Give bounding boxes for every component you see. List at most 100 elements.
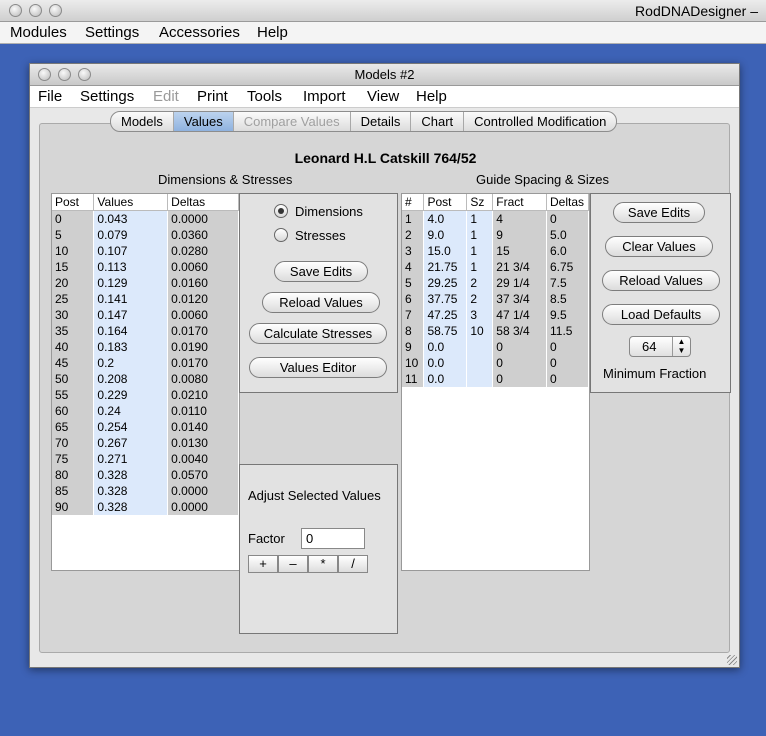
table-cell[interactable]: 80 bbox=[52, 466, 95, 483]
table-cell[interactable]: 0.0 bbox=[423, 354, 468, 371]
menu-help[interactable]: Help bbox=[257, 24, 288, 41]
table-cell[interactable]: 7 bbox=[402, 306, 425, 323]
table-row[interactable]: 55 0.229 0.0210 bbox=[52, 386, 239, 403]
table-cell[interactable]: 9.5 bbox=[546, 306, 589, 323]
table-cell[interactable]: 0.183 bbox=[93, 338, 169, 355]
table-cell[interactable]: 0.271 bbox=[93, 450, 169, 467]
table-cell[interactable]: 0.0000 bbox=[167, 498, 239, 515]
clear-values-button[interactable]: Clear Values bbox=[605, 236, 713, 257]
table-cell[interactable] bbox=[466, 354, 494, 371]
table-cell[interactable]: 0.0190 bbox=[167, 338, 239, 355]
table-cell[interactable]: 8.5 bbox=[546, 290, 589, 307]
table-cell[interactable]: 4 bbox=[492, 210, 547, 227]
table-cell[interactable]: 2 bbox=[466, 274, 494, 291]
table-cell[interactable]: 0 bbox=[546, 210, 589, 227]
table-row[interactable]: 15 0.113 0.0060 bbox=[52, 258, 239, 275]
table-cell[interactable]: 7.5 bbox=[546, 274, 589, 291]
table-cell[interactable]: 55 bbox=[52, 386, 95, 403]
divide-button[interactable]: / bbox=[338, 555, 368, 573]
save-edits-button[interactable]: Save Edits bbox=[274, 261, 368, 282]
table-row[interactable]: 45 0.2 0.0170 bbox=[52, 354, 239, 371]
table-cell[interactable]: 0 bbox=[546, 370, 589, 387]
table-cell[interactable]: 58 3/4 bbox=[492, 322, 547, 339]
table-cell[interactable]: 21.75 bbox=[423, 258, 468, 275]
menu-import[interactable]: Import bbox=[303, 88, 346, 105]
table-row[interactable]: 85 0.328 0.0000 bbox=[52, 482, 239, 499]
table-cell[interactable]: 45 bbox=[52, 354, 95, 371]
table-cell[interactable]: 5.0 bbox=[546, 226, 589, 243]
table-cell[interactable]: 3 bbox=[466, 306, 494, 323]
table-cell[interactable]: 0.0170 bbox=[167, 322, 239, 339]
table-cell[interactable]: 10 bbox=[52, 242, 95, 259]
table-cell[interactable]: 0.267 bbox=[93, 434, 169, 451]
guides-save-edits-button[interactable]: Save Edits bbox=[613, 202, 705, 223]
table-cell[interactable]: 0.229 bbox=[93, 386, 169, 403]
table-cell[interactable]: 85 bbox=[52, 482, 95, 499]
menu-file[interactable]: File bbox=[38, 88, 62, 105]
table-cell[interactable]: 15.0 bbox=[423, 242, 468, 259]
table-cell[interactable]: 40 bbox=[52, 338, 95, 355]
table-cell[interactable]: 0 bbox=[492, 354, 547, 371]
load-defaults-button[interactable]: Load Defaults bbox=[602, 304, 720, 325]
table-cell[interactable]: 11.5 bbox=[546, 322, 589, 339]
minimum-fraction-stepper[interactable]: 64 ▲ ▼ bbox=[629, 336, 691, 357]
dimensions-table[interactable]: Post Values Deltas 0 0.043 0.0000 5 0.079 0.0… bbox=[51, 193, 240, 571]
table-cell[interactable]: 0.164 bbox=[93, 322, 169, 339]
table-cell[interactable]: 0.0000 bbox=[167, 482, 239, 499]
table-cell[interactable]: 58.75 bbox=[423, 322, 468, 339]
table-cell[interactable]: 5 bbox=[402, 274, 425, 291]
values-editor-button[interactable]: Values Editor bbox=[249, 357, 387, 378]
table-row[interactable]: 5 29.25 2 29 1/4 7.5 bbox=[402, 274, 589, 291]
tab-values[interactable]: Values bbox=[173, 112, 234, 131]
tab-chart[interactable]: Chart bbox=[411, 112, 465, 131]
table-cell[interactable]: 0 bbox=[492, 338, 547, 355]
guides-table[interactable]: # Post Sz Fract Deltas 1 4.0 1 4 0 2 9.0 1 9 5.0 3… bbox=[401, 193, 590, 571]
table-cell[interactable]: 0.0080 bbox=[167, 370, 239, 387]
menu-help[interactable]: Help bbox=[416, 88, 447, 105]
table-cell[interactable]: 37.75 bbox=[423, 290, 468, 307]
multiply-button[interactable]: * bbox=[308, 555, 338, 573]
table-cell[interactable]: 15 bbox=[492, 242, 547, 259]
table-row[interactable]: 8 58.75 10 58 3/4 11.5 bbox=[402, 322, 589, 339]
table-cell[interactable]: 0.0280 bbox=[167, 242, 239, 259]
table-cell[interactable]: 2 bbox=[466, 290, 494, 307]
menu-accessories[interactable]: Accessories bbox=[159, 24, 240, 41]
add-button[interactable]: + bbox=[248, 555, 278, 573]
radio-stresses[interactable] bbox=[274, 228, 288, 242]
table-cell[interactable]: 4 bbox=[402, 258, 425, 275]
table-cell[interactable] bbox=[466, 370, 494, 387]
table-cell[interactable]: 0 bbox=[546, 354, 589, 371]
table-row[interactable]: 30 0.147 0.0060 bbox=[52, 306, 239, 323]
table-cell[interactable]: 20 bbox=[52, 274, 95, 291]
table-row[interactable]: 35 0.164 0.0170 bbox=[52, 322, 239, 339]
table-cell[interactable]: 8 bbox=[402, 322, 425, 339]
table-cell[interactable]: 37 3/4 bbox=[492, 290, 547, 307]
table-cell[interactable]: 0.079 bbox=[93, 226, 169, 243]
table-cell[interactable]: 6.75 bbox=[546, 258, 589, 275]
column-header-size[interactable]: Sz bbox=[466, 194, 494, 211]
radio-dimensions-label[interactable]: Dimensions bbox=[295, 204, 363, 219]
close-window-icon[interactable] bbox=[9, 4, 22, 17]
column-header-post[interactable]: Post bbox=[423, 194, 468, 211]
table-row[interactable]: 80 0.328 0.0570 bbox=[52, 466, 239, 483]
column-header-post[interactable]: Post bbox=[52, 194, 95, 211]
radio-dimensions[interactable] bbox=[274, 204, 288, 218]
table-row[interactable]: 3 15.0 1 15 6.0 bbox=[402, 242, 589, 259]
table-cell[interactable]: 0.0060 bbox=[167, 258, 239, 275]
table-cell[interactable]: 1 bbox=[466, 258, 494, 275]
column-header-deltas[interactable]: Deltas bbox=[167, 194, 239, 211]
table-cell[interactable]: 0.141 bbox=[93, 290, 169, 307]
guides-reload-values-button[interactable]: Reload Values bbox=[602, 270, 720, 291]
column-header-fraction[interactable]: Fract bbox=[492, 194, 547, 211]
table-row[interactable]: 10 0.0 0 0 bbox=[402, 354, 589, 371]
table-cell[interactable]: 0.0160 bbox=[167, 274, 239, 291]
table-cell[interactable]: 9 bbox=[402, 338, 425, 355]
factor-input[interactable] bbox=[301, 528, 365, 549]
column-header-number[interactable]: # bbox=[402, 194, 425, 211]
tab-models[interactable]: Models bbox=[111, 112, 174, 131]
table-cell[interactable]: 0.24 bbox=[93, 402, 169, 419]
table-cell[interactable]: 0.328 bbox=[93, 498, 169, 515]
table-cell[interactable]: 9.0 bbox=[423, 226, 468, 243]
table-cell[interactable]: 4.0 bbox=[423, 210, 468, 227]
table-row[interactable]: 11 0.0 0 0 bbox=[402, 370, 589, 387]
